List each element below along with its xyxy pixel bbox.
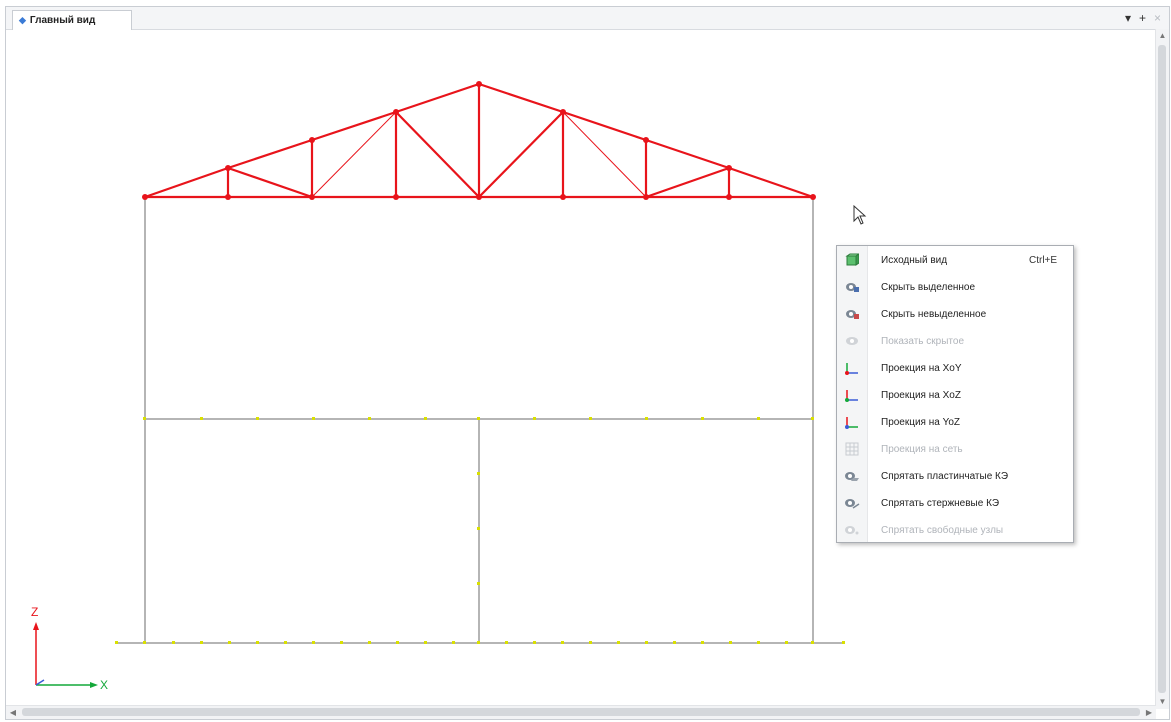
menu-item-projection-xoy[interactable]: Проекция на XoY	[837, 355, 1073, 381]
axis-x-label: X	[100, 678, 108, 692]
menu-item-projection-grid: Проекция на сеть	[837, 436, 1073, 462]
menu-item-hide-selected[interactable]: Скрыть выделенное	[837, 274, 1073, 300]
mouse-cursor-icon	[853, 205, 867, 225]
menu-item-label: Проекция на YoZ	[881, 416, 961, 428]
menu-item-hide-plate-elements[interactable]: Спрятать пластинчатые КЭ	[837, 463, 1073, 489]
truss	[144, 82, 814, 199]
horizontal-scrollbar[interactable]: ◀ ▶	[6, 705, 1156, 719]
axes-triad: Z X	[31, 605, 108, 692]
tab-main-view[interactable]: ◆ Главный вид	[12, 10, 132, 30]
scroll-down-icon[interactable]: ▼	[1156, 695, 1169, 709]
view-icon: ◆	[19, 15, 26, 25]
vertical-scroll-thumb[interactable]	[1158, 45, 1166, 693]
pin-icon[interactable]: +	[1139, 11, 1146, 25]
eye-show-icon	[837, 335, 867, 347]
eye-hide-icon	[837, 281, 867, 293]
axis-z-label: Z	[31, 605, 38, 619]
hide-plates-icon	[837, 470, 867, 482]
menu-item-label: Проекция на XoZ	[881, 389, 961, 401]
vertical-scrollbar[interactable]: ▲ ▼	[1155, 29, 1169, 709]
menu-item-label: Исходный вид	[881, 254, 948, 266]
eye-hide-icon	[837, 308, 867, 320]
scroll-right-icon[interactable]: ▶	[1142, 706, 1156, 719]
close-icon[interactable]: ×	[1154, 11, 1161, 25]
context-menu: Исходный вид Ctrl+E Скрыть выделенное Ск…	[836, 245, 1074, 543]
menu-item-label: Проекция на XoY	[881, 362, 962, 374]
menu-item-show-hidden: Показать скрытое	[837, 328, 1073, 354]
tab-title: Главный вид	[29, 15, 96, 26]
horizontal-scroll-thumb[interactable]	[22, 708, 1140, 716]
menu-item-label: Проекция на сеть	[881, 443, 963, 455]
menu-item-label: Показать скрытое	[881, 335, 965, 347]
menu-item-label: Спрятать свободные узлы	[881, 524, 1004, 536]
menu-item-projection-yoz[interactable]: Проекция на YoZ	[837, 409, 1073, 435]
menu-item-label: Спрятать пластинчатые КЭ	[881, 470, 1009, 482]
tab-strip: ◆ Главный вид ▾ + ×	[6, 7, 1169, 30]
grid-icon	[837, 442, 867, 456]
menu-item-projection-xoz[interactable]: Проекция на XoZ	[837, 382, 1073, 408]
hide-nodes-icon	[837, 524, 867, 536]
cube-icon	[837, 253, 867, 267]
scroll-up-icon[interactable]: ▲	[1156, 29, 1169, 43]
menu-item-hide-unselected[interactable]: Скрыть невыделенное	[837, 301, 1073, 327]
tab-tools: ▾ + ×	[1125, 11, 1161, 25]
mesh-nodes	[115, 417, 845, 644]
menu-item-label: Спрятать стержневые КЭ	[881, 497, 1000, 509]
dropdown-icon[interactable]: ▾	[1125, 11, 1131, 25]
menu-item-hide-bar-elements[interactable]: Спрятать стержневые КЭ	[837, 490, 1073, 516]
menu-item-initial-view[interactable]: Исходный вид Ctrl+E	[837, 247, 1073, 273]
menu-item-label: Скрыть выделенное	[881, 281, 976, 293]
axes-yoz-icon	[837, 414, 867, 430]
menu-item-shortcut: Ctrl+E	[1029, 254, 1058, 266]
hide-bars-icon	[837, 497, 867, 509]
menu-item-hide-free-nodes: Спрятать свободные узлы	[837, 517, 1073, 543]
scroll-left-icon[interactable]: ◀	[6, 706, 20, 719]
menu-item-label: Скрыть невыделенное	[881, 308, 987, 320]
axes-xoz-icon	[837, 387, 867, 403]
axes-xoy-icon	[837, 360, 867, 376]
